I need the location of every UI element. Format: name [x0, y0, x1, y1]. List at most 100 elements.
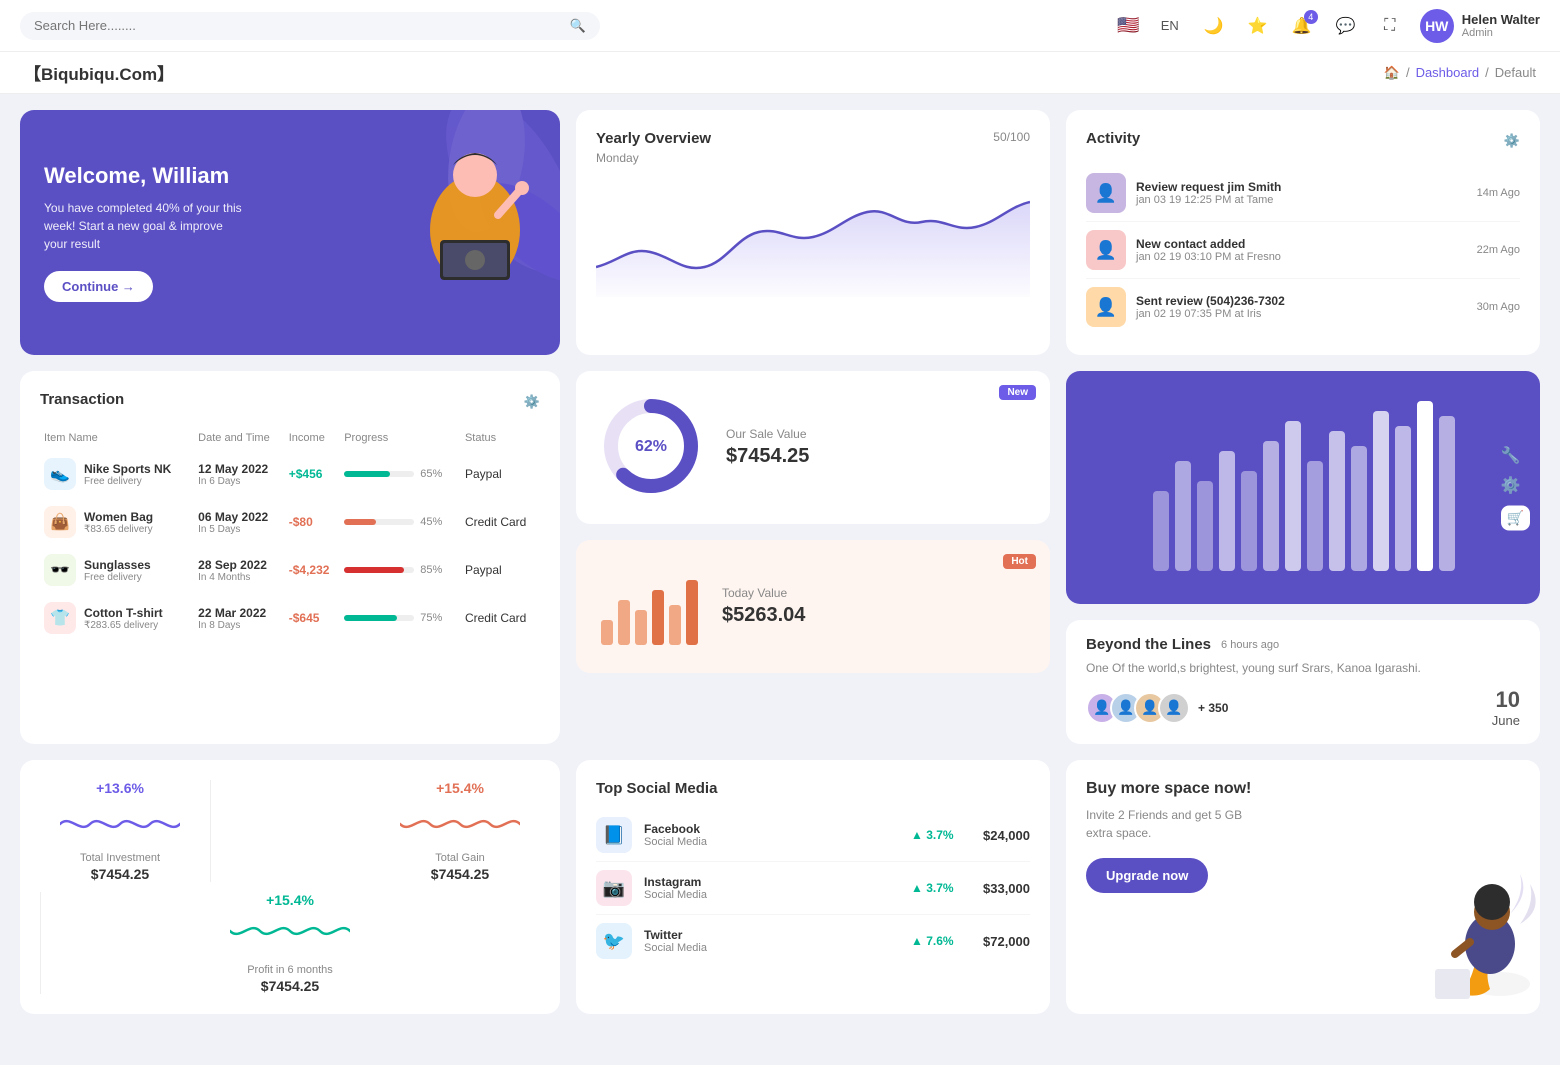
- progress-bar: [344, 471, 414, 477]
- item-status: Paypal: [461, 546, 540, 594]
- item-progress: 45%: [340, 498, 461, 546]
- yearly-chart: [596, 177, 1030, 300]
- user-name: Helen Walter: [1462, 12, 1540, 27]
- beyond-description: One Of the world,s brightest, young surf…: [1086, 659, 1520, 677]
- activity-item-title: Sent review (504)236-7302: [1136, 294, 1467, 308]
- social-amount: $72,000: [983, 934, 1030, 949]
- sale-donut: 62%: [596, 391, 706, 504]
- item-progress: 85%: [340, 546, 461, 594]
- social-growth: ▲ 3.7%: [911, 881, 971, 895]
- activity-item-title: New contact added: [1136, 237, 1467, 251]
- item-name: Cotton T-shirt: [84, 606, 163, 620]
- user-info[interactable]: HW Helen Walter Admin: [1420, 9, 1540, 43]
- search-bar[interactable]: 🔍: [20, 12, 600, 40]
- item-date: 28 Sep 2022 In 4 Months: [194, 546, 285, 594]
- beyond-time: 6 hours ago: [1221, 639, 1279, 651]
- stat-label: Total Investment: [40, 852, 200, 864]
- progress-fill: [344, 519, 376, 525]
- continue-button[interactable]: Continue →: [44, 271, 153, 302]
- transaction-title: Transaction: [40, 391, 124, 408]
- notification-icon[interactable]: 🔔 4: [1288, 12, 1316, 40]
- social-media-card: Top Social Media 📘 Facebook Social Media…: [576, 760, 1050, 1014]
- social-icon: 📷: [596, 870, 632, 906]
- activity-item-time: jan 02 19 03:10 PM at Fresno: [1136, 251, 1467, 263]
- transaction-column-header: Status: [461, 426, 540, 450]
- stat-wave: [60, 804, 180, 844]
- breadcrumb-current: Default: [1495, 65, 1536, 80]
- item-progress: 65%: [340, 450, 461, 498]
- item-date: 06 May 2022 In 5 Days: [194, 498, 285, 546]
- social-type: Social Media: [644, 942, 899, 954]
- stat-item: +15.4% Profit in 6 months $7454.25: [210, 892, 370, 994]
- table-row: 👕 Cotton T-shirt ₹283.65 delivery 22 Mar…: [40, 594, 540, 642]
- upgrade-illustration: [1380, 854, 1540, 1014]
- stat-divider: [40, 892, 41, 994]
- stat-item: +15.4% Total Gain $7454.25: [380, 780, 540, 882]
- home-icon[interactable]: 🏠: [1384, 65, 1400, 81]
- breadcrumb-dashboard[interactable]: Dashboard: [1416, 65, 1480, 80]
- beyond-card: Beyond the Lines 6 hours ago One Of the …: [1066, 620, 1540, 744]
- progress-bar: [344, 567, 414, 573]
- dark-mode-icon[interactable]: 🌙: [1200, 12, 1228, 40]
- welcome-subtitle: You have completed 40% of your this week…: [44, 199, 244, 253]
- item-progress: 75%: [340, 594, 461, 642]
- stat-wave: [400, 804, 520, 844]
- yearly-overview-card: Yearly Overview Monday 50/100: [576, 110, 1050, 355]
- item-icon: 👕: [44, 602, 76, 634]
- language-label[interactable]: EN: [1156, 12, 1184, 40]
- item-cell: 🕶️ Sunglasses Free delivery: [44, 554, 190, 586]
- activity-item: 👤 New contact added jan 02 19 03:10 PM a…: [1086, 222, 1520, 279]
- item-name: Nike Sports NK: [84, 462, 171, 476]
- chart-edit-icon[interactable]: 🔧: [1501, 445, 1530, 465]
- upgrade-description: Invite 2 Friends and get 5 GB extra spac…: [1086, 806, 1266, 842]
- today-value-card: Hot Today Value $5263.04: [576, 540, 1050, 673]
- main-bar-chart: [1086, 391, 1520, 581]
- nav-right: 🇺🇸 EN 🌙 ⭐ 🔔 4 💬 ⛶ HW Helen Walter Admin: [1117, 9, 1540, 43]
- upgrade-button[interactable]: Upgrade now: [1086, 858, 1208, 893]
- activity-content: Review request jim Smith jan 03 19 12:25…: [1136, 180, 1467, 206]
- item-sub: Free delivery: [84, 476, 171, 487]
- transaction-column-header: Progress: [340, 426, 461, 450]
- activity-thumb: 👤: [1086, 287, 1126, 327]
- item-cell: 👜 Women Bag ₹83.65 delivery: [44, 506, 190, 538]
- activity-content: Sent review (504)236-7302 jan 02 19 07:3…: [1136, 294, 1467, 320]
- social-type: Social Media: [644, 836, 899, 848]
- item-income: -$80: [285, 498, 340, 546]
- stat-wave: [230, 916, 350, 956]
- star-icon[interactable]: ⭐: [1244, 12, 1272, 40]
- item-status: Credit Card: [461, 498, 540, 546]
- breadcrumb: 🏠 / Dashboard / Default: [1384, 65, 1536, 81]
- item-income: -$645: [285, 594, 340, 642]
- stat-item: +13.6% Total Investment $7454.25: [40, 780, 200, 882]
- yearly-badge: 50/100: [993, 130, 1030, 144]
- welcome-card: Welcome, William You have completed 40% …: [20, 110, 560, 355]
- welcome-illustration: [390, 120, 540, 280]
- sale-label: Our Sale Value: [726, 427, 809, 441]
- svg-text:62%: 62%: [635, 438, 667, 455]
- transaction-card: Transaction ⚙️ Item NameDate and TimeInc…: [20, 371, 560, 744]
- activity-settings-icon[interactable]: ⚙️: [1504, 133, 1520, 149]
- social-amount: $24,000: [983, 828, 1030, 843]
- transaction-settings-icon[interactable]: ⚙️: [524, 394, 540, 410]
- social-info: Facebook Social Media: [644, 822, 899, 848]
- activity-item: 👤 Review request jim Smith jan 03 19 12:…: [1086, 165, 1520, 222]
- today-amount: $5263.04: [722, 604, 805, 627]
- breadcrumb-bar: 【Biqubiqu.Com】 🏠 / Dashboard / Default: [0, 52, 1560, 94]
- chart-settings-icon[interactable]: ⚙️: [1501, 475, 1530, 495]
- search-input[interactable]: [34, 18, 562, 33]
- activity-title: Activity: [1086, 130, 1140, 147]
- activity-thumb: 👤: [1086, 230, 1126, 270]
- chart-shop-icon[interactable]: 🛒: [1501, 505, 1530, 530]
- message-icon[interactable]: 💬: [1332, 12, 1360, 40]
- activity-item-ago: 30m Ago: [1477, 301, 1520, 313]
- activity-card: Activity ⚙️ 👤 Review request jim Smith j…: [1066, 110, 1540, 355]
- stat-percent: +15.4%: [210, 892, 370, 908]
- stat-amount: $7454.25: [40, 866, 200, 882]
- stats-mini-card: +13.6% Total Investment $7454.25 +15.4% …: [20, 760, 560, 1014]
- user-role: Admin: [1462, 27, 1540, 39]
- stat-amount: $7454.25: [380, 866, 540, 882]
- search-icon: 🔍: [570, 18, 586, 34]
- social-title: Top Social Media: [596, 780, 1030, 797]
- fullscreen-icon[interactable]: ⛶: [1376, 12, 1404, 40]
- item-icon: 👟: [44, 458, 76, 490]
